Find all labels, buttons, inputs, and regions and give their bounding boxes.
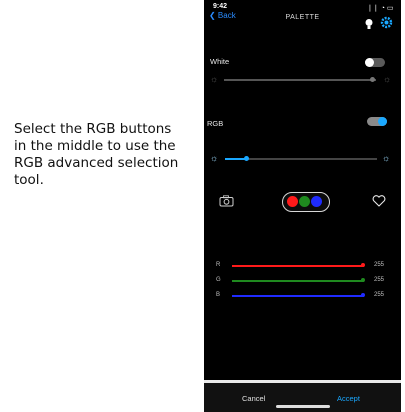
blue-channel-label: B: [216, 292, 221, 298]
red-slider-thumb[interactable]: [361, 263, 365, 267]
green-slider[interactable]: [232, 280, 364, 282]
camera-icon[interactable]: [219, 195, 234, 207]
heart-icon[interactable]: [372, 195, 386, 207]
sun-bright-icon: ☼: [383, 74, 392, 84]
instruction-text: Select the RGB buttons in the middle to …: [14, 121, 179, 188]
blue-dot: [311, 196, 322, 207]
red-slider[interactable]: [232, 265, 364, 267]
white-slider-track[interactable]: [224, 79, 376, 81]
gear-icon[interactable]: [380, 16, 393, 29]
red-value: 255: [374, 262, 385, 268]
green-channel-label: G: [216, 277, 221, 283]
sun-dim-icon: ☼: [210, 153, 219, 163]
bottom-divider: [204, 380, 401, 383]
rgb-selector-button[interactable]: [282, 192, 330, 212]
home-indicator: [276, 405, 330, 408]
red-channel-label: R: [216, 262, 221, 268]
white-toggle[interactable]: [365, 58, 385, 67]
green-value: 255: [374, 277, 385, 283]
accept-button[interactable]: Accept: [337, 394, 360, 403]
status-icons: ❘❘ ◔ ▭: [367, 4, 394, 12]
rgb-slider-thumb[interactable]: [244, 156, 249, 161]
red-dot: [287, 196, 298, 207]
green-dot: [299, 196, 310, 207]
sun-bright-icon: ☼: [382, 153, 391, 163]
signal-icon: ❘❘: [367, 5, 379, 12]
white-slider-thumb[interactable]: [370, 77, 375, 82]
battery-icon: ▭: [386, 5, 394, 12]
blue-slider-thumb[interactable]: [361, 293, 365, 297]
toggle-knob: [378, 117, 387, 126]
rgb-label: RGB: [207, 119, 224, 128]
blue-value: 255: [374, 292, 385, 298]
white-label: White: [210, 57, 230, 66]
phone-screen: 9:42 ❘❘ ◔ ▭ ❮ Back PALETTE White ☼ ☼ RGB…: [204, 0, 401, 412]
wifi-icon: ◔: [380, 5, 385, 12]
cancel-button[interactable]: Cancel: [242, 394, 265, 403]
rgb-toggle[interactable]: [367, 117, 387, 126]
green-slider-thumb[interactable]: [361, 278, 365, 282]
blue-slider[interactable]: [232, 295, 364, 297]
toggle-knob: [365, 58, 374, 67]
sun-dim-icon: ☼: [210, 74, 219, 84]
status-time: 9:42: [213, 3, 228, 10]
lightbulb-icon[interactable]: [364, 18, 374, 30]
